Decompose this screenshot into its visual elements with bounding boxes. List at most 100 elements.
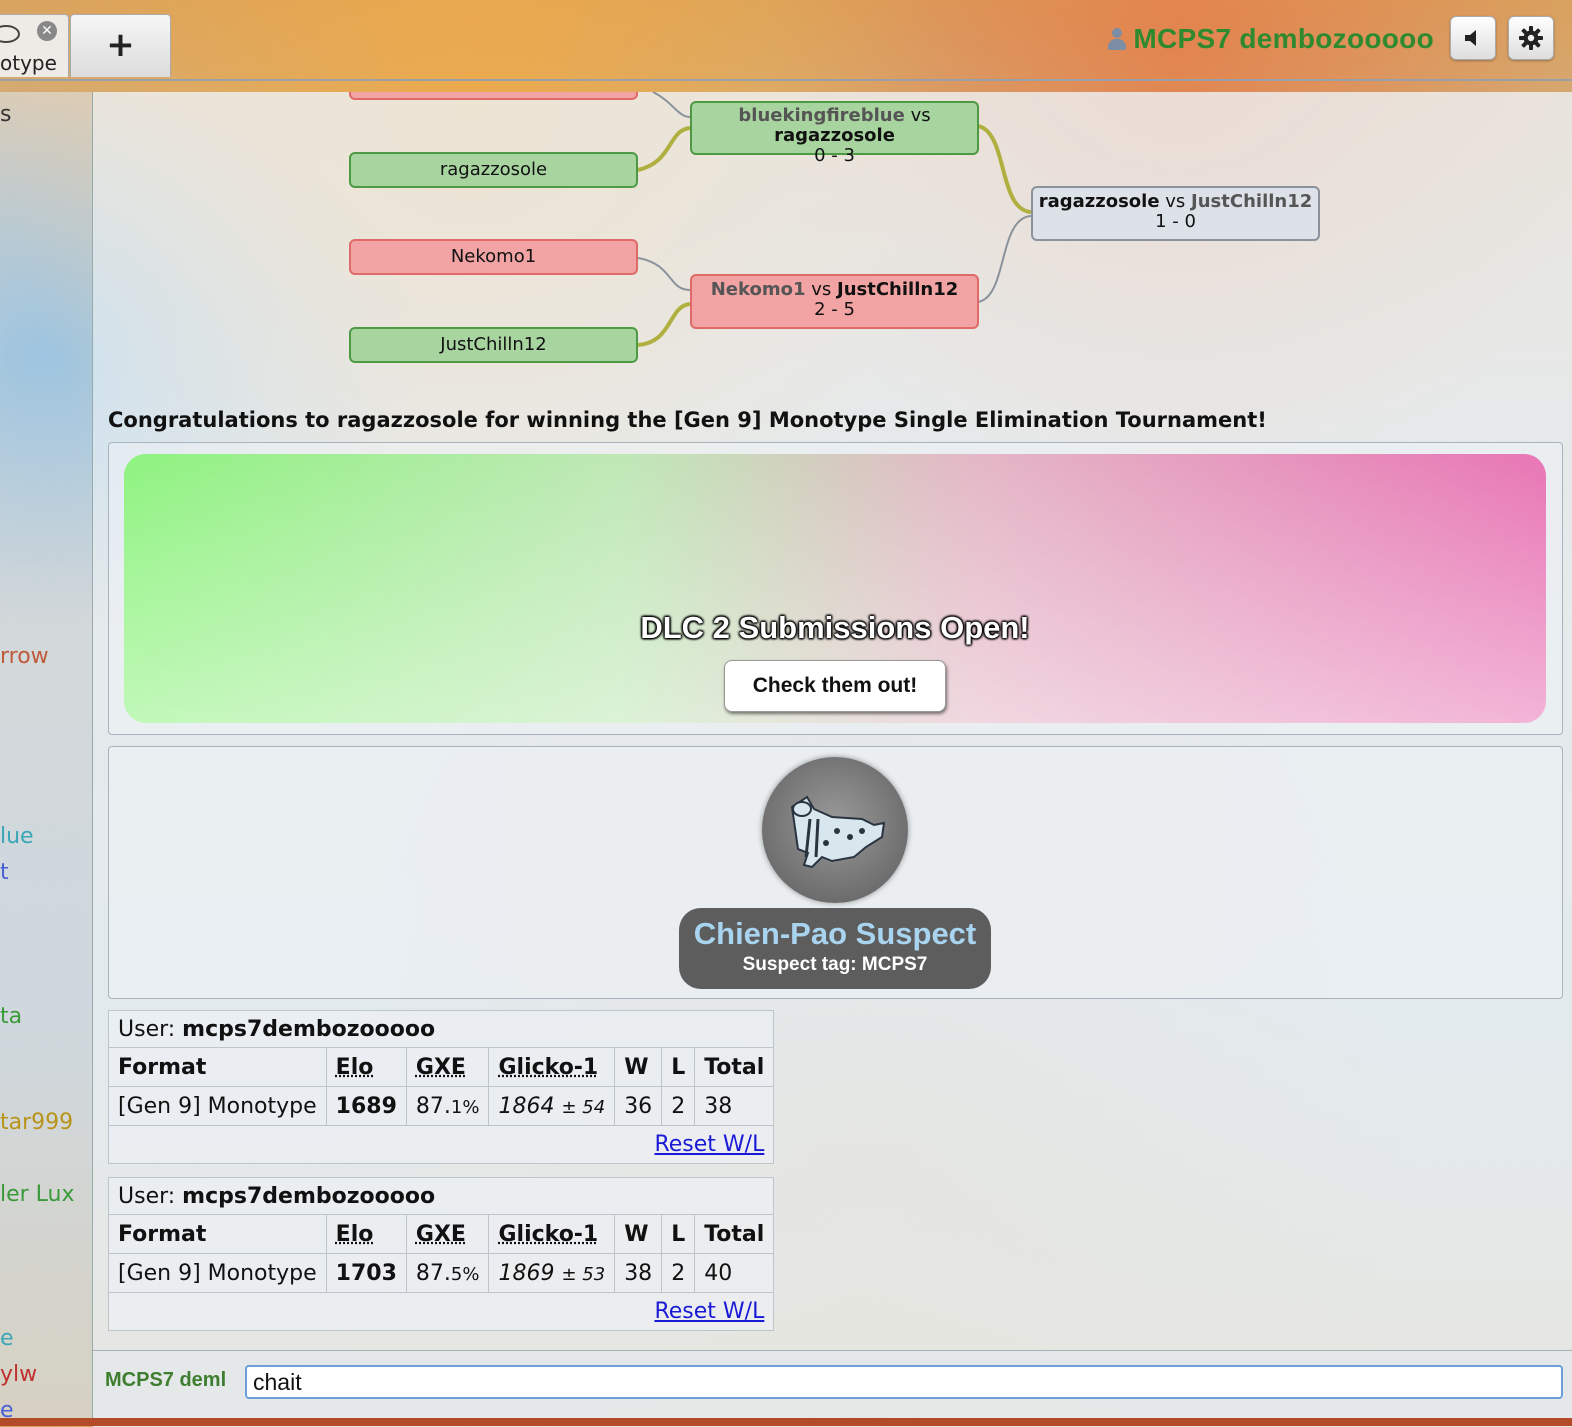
gxe-int: 87.: [415, 1093, 451, 1119]
header-glicko: Glicko-1: [488, 1047, 616, 1087]
tournament-bracket: ragazzosole Nekomo1 JustChilln12 bluekin…: [93, 92, 1572, 392]
ranking-username[interactable]: mcps7dembozooooo: [182, 1184, 435, 1209]
glicko-deviation: ± 54: [561, 1096, 606, 1118]
header-format: Format: [108, 1047, 327, 1087]
match-player-2: JustChilln12: [1191, 191, 1313, 212]
header-wins: W: [614, 1047, 663, 1087]
cell-format: [Gen 9] Monotype: [108, 1086, 327, 1126]
glicko-value: 1869: [498, 1260, 555, 1286]
match-score: 1 - 0: [1155, 211, 1196, 232]
new-tab-button[interactable]: +: [70, 14, 171, 77]
check-them-out-button[interactable]: Check them out!: [724, 660, 946, 712]
match-player-1: bluekingfireblue: [738, 105, 905, 126]
bracket-player-ragazzosole: ragazzosole: [349, 152, 638, 188]
header-format: Format: [108, 1214, 327, 1254]
match-vs: vs: [811, 279, 832, 300]
cell-total: 38: [694, 1086, 775, 1126]
gxe-int: 87.: [415, 1260, 451, 1286]
header-gxe: GXE: [405, 1047, 490, 1087]
match-player-1: Nekomo1: [710, 279, 806, 300]
bracket-player-nekomo1: Nekomo1: [349, 239, 638, 275]
bracket-match-semifinal-2: Nekomo1 vs JustChilln12 2 - 5: [690, 274, 979, 329]
glicko-deviation: ± 53: [561, 1263, 606, 1285]
bracket-player-name: ragazzosole: [439, 159, 548, 180]
cell-gxe: 87.5%: [405, 1253, 490, 1293]
userlist-item[interactable]: rrow: [0, 644, 49, 669]
elo-value: 1689: [335, 1093, 397, 1119]
announcement-box: DLC 2 Submissions Open! Check them out!: [108, 442, 1563, 735]
cell-glicko: 1869 ± 53: [488, 1253, 616, 1293]
username[interactable]: MCPS7 dembozooooo: [1133, 23, 1434, 55]
match-score: 2 - 5: [814, 299, 855, 320]
match-score: 0 - 3: [814, 145, 855, 166]
userlist-item[interactable]: lue: [0, 824, 34, 849]
header-total: Total: [694, 1047, 775, 1087]
elo-value: 1703: [335, 1260, 397, 1286]
top-bar: ✕ otype + MCPS7 dembozooooo: [0, 0, 1572, 81]
chat-log: ragazzosole Nekomo1 JustChilln12 bluekin…: [93, 92, 1572, 1350]
userlist-item[interactable]: tar999: [0, 1110, 73, 1135]
header-gxe: GXE: [405, 1214, 490, 1254]
table-row: [Gen 9] Monotype 1689 87.1% 1864 ± 54 36…: [108, 1086, 775, 1126]
userlist-item[interactable]: ler Lux: [0, 1182, 75, 1207]
ranking-table: User: mcps7dembozooooo Format Elo GXE Gl…: [107, 1177, 775, 1331]
user-label: User:: [118, 1183, 176, 1209]
sound-button[interactable]: [1450, 16, 1496, 60]
userlist-item[interactable]: e: [0, 1326, 14, 1351]
reset-cell: Reset W/L: [107, 1125, 775, 1164]
match-vs: vs: [910, 105, 931, 126]
cell-glicko: 1864 ± 54: [488, 1086, 616, 1126]
userlist-sidebar: s rrow lue t ta tar999 ler Lux e ylw e: [0, 92, 93, 1426]
tournament-winner-message: Congratulations to ragazzosole for winni…: [108, 408, 1267, 432]
match-player-2: ragazzosole: [774, 125, 895, 146]
userlist-item[interactable]: s: [0, 102, 11, 127]
gxe-dec: 1%: [450, 1096, 480, 1118]
reset-wl-link[interactable]: Reset W/L: [654, 1132, 764, 1157]
topbar-divider: [0, 79, 1572, 81]
suspect-tag: Suspect tag: MCPS7: [742, 954, 928, 975]
userlist-item[interactable]: ylw: [0, 1362, 37, 1387]
cell-gxe: 87.1%: [405, 1086, 490, 1126]
bracket-player-hidden: [349, 92, 638, 100]
room-tab-monotype[interactable]: ✕ otype: [0, 14, 69, 77]
chat-message-input[interactable]: [245, 1365, 1563, 1399]
match-player-1: ragazzosole: [1038, 191, 1160, 212]
user-menu[interactable]: MCPS7 dembozooooo: [1107, 22, 1434, 56]
reset-wl-link[interactable]: Reset W/L: [654, 1299, 764, 1324]
dlc-banner: DLC 2 Submissions Open! Check them out!: [124, 454, 1546, 723]
cell-losses: 2: [661, 1253, 696, 1293]
cell-total: 40: [694, 1253, 775, 1293]
gxe-dec: 5%: [450, 1263, 480, 1285]
header-wins: W: [614, 1214, 663, 1254]
ranking-user-cell: User: mcps7dembozooooo: [107, 1010, 775, 1048]
chat-bubble-icon: [0, 25, 20, 43]
header-elo: Elo: [325, 1214, 407, 1254]
close-icon[interactable]: ✕: [37, 21, 57, 41]
bracket-match-semifinal-1: bluekingfireblue vs ragazzosole 0 - 3: [690, 101, 979, 166]
match-vs: vs: [1165, 191, 1186, 212]
chat-input-bar: MCPS7 deml: [93, 1350, 1572, 1427]
match-player-2: JustChilln12: [837, 279, 959, 300]
userlist-item[interactable]: t: [0, 860, 9, 885]
suspect-announcement[interactable]: Chien-Pao Suspect Suspect tag: MCPS7: [679, 908, 991, 989]
cell-wins: 36: [614, 1086, 663, 1126]
cell-wins: 38: [614, 1253, 663, 1293]
user-label: User:: [118, 1016, 176, 1042]
cell-elo: 1689: [325, 1086, 407, 1126]
glicko-value: 1864: [498, 1093, 555, 1119]
bracket-player-justchilln12: JustChilln12: [349, 327, 638, 363]
bracket-player-name: Nekomo1: [450, 246, 537, 267]
ranking-username[interactable]: mcps7dembozooooo: [182, 1017, 435, 1042]
settings-button[interactable]: [1508, 16, 1554, 60]
sound-icon: [1465, 30, 1476, 46]
reset-cell: Reset W/L: [107, 1292, 775, 1331]
banner-title: DLC 2 Submissions Open!: [640, 610, 1030, 645]
ranking-table: User: mcps7dembozooooo Format Elo GXE Gl…: [107, 1010, 775, 1164]
header-losses: L: [661, 1214, 696, 1254]
userlist-item[interactable]: ta: [0, 1004, 22, 1029]
chien-pao-icon: [790, 795, 886, 869]
chat-username[interactable]: MCPS7 deml: [105, 1369, 243, 1392]
suspect-title[interactable]: Chien-Pao Suspect: [679, 916, 991, 952]
ranking-user-cell: User: mcps7dembozooooo: [107, 1177, 775, 1215]
chien-pao-sprite: [762, 757, 908, 903]
